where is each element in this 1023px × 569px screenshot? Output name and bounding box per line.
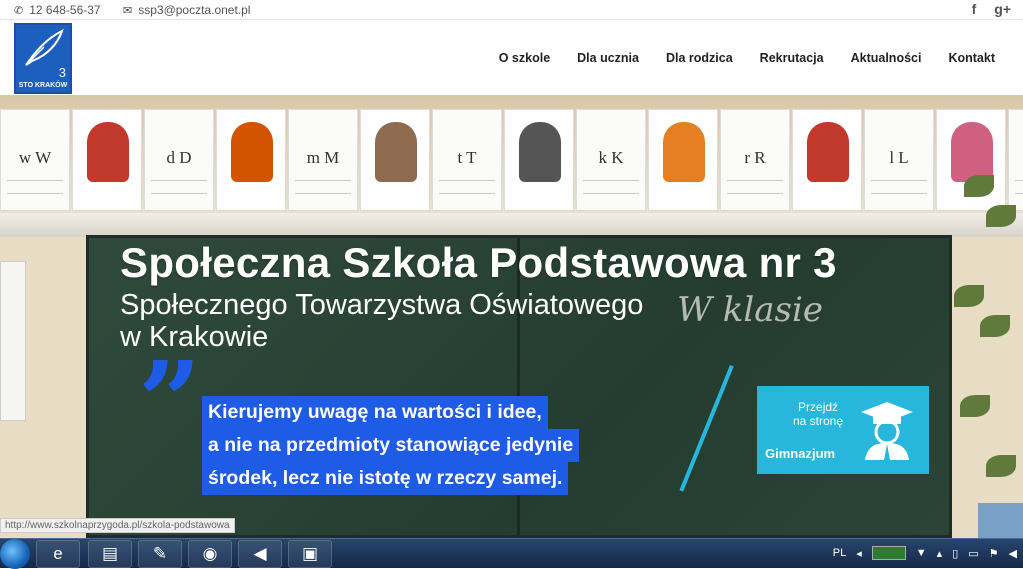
graduate-icon — [861, 402, 913, 460]
feather-icon — [25, 29, 64, 66]
hero-banner: w Wd Dm Mt Tk Kr Rl Lb By W klasie Społe… — [0, 95, 1023, 538]
picture-card — [504, 109, 574, 211]
letter-card-text: w W — [18, 148, 52, 167]
flag-icon[interactable]: ⚑ — [989, 547, 999, 560]
main-navigation: O szkole Dla ucznia Dla rodzica Rekrutac… — [499, 51, 995, 65]
chrome-icon[interactable]: ◉ — [188, 540, 232, 568]
powerpoint-icon[interactable]: ▣ — [288, 540, 332, 568]
ivy-plant — [950, 165, 1023, 538]
logo-caption: STO KRAKÓW — [18, 82, 68, 89]
motto-quote: Kierujemy uwagę na wartości i idee, a ni… — [202, 396, 580, 495]
logo-number: 3 — [58, 65, 66, 80]
quote-line: Kierujemy uwagę na wartości i idee, — [202, 396, 548, 429]
nav-rekrutacja[interactable]: Rekrutacja — [760, 51, 824, 65]
picture-card — [72, 109, 142, 211]
letter-card: k K — [576, 109, 646, 211]
nav-o-szkole[interactable]: O szkole — [499, 51, 550, 65]
alphabet-cards: w Wd Dm Mt Tk Kr Rl Lb By — [0, 109, 1023, 211]
picture-card — [216, 109, 286, 211]
wall-panel — [0, 261, 26, 421]
display-icon[interactable]: ▭ — [968, 547, 978, 560]
hero-title: Społeczna Szkoła Podstawowa nr 3 — [120, 239, 837, 286]
nav-kontakt[interactable]: Kontakt — [948, 51, 995, 65]
quote-line: a nie na przedmioty stanowiące jedynie — [202, 429, 580, 462]
board-shelf — [0, 213, 1023, 237]
letter-card-text: k K — [598, 148, 624, 167]
nav-aktualnosci[interactable]: Aktualności — [851, 51, 922, 65]
start-button[interactable] — [0, 539, 30, 569]
device-icon[interactable]: ▯ — [952, 547, 958, 560]
gym-caption-line1: Przejdź — [798, 400, 839, 414]
phone-number: 12 648-56-37 — [29, 3, 101, 17]
system-tray: PL ◂ ▼ ▴ ▯ ▭ ⚑ ◀ — [833, 546, 1017, 560]
letter-card-text: m M — [306, 148, 340, 167]
quote-line: środek, lecz nie istotę w rzeczy samej. — [202, 462, 569, 495]
phone-contact: ✆ 12 648-56-37 — [14, 3, 101, 17]
letter-card-text: t T — [457, 148, 477, 167]
letter-card-text: l L — [889, 148, 909, 167]
letter-card-text: d D — [166, 148, 192, 167]
letter-card: m M — [288, 109, 358, 211]
status-bar-link: http://www.szkolnaprzygoda.pl/szkola-pod… — [0, 518, 235, 533]
letter-card: d D — [144, 109, 214, 211]
windows-taskbar: e ▤ ✎ ◉ ◀ ▣ PL ◂ ▼ ▴ ▯ ▭ ⚑ ◀ — [0, 538, 1023, 569]
gym-caption-line2: na stronę — [793, 414, 844, 428]
top-contact-bar: ✆ 12 648-56-37 ✉ ssp3@poczta.onet.pl f g… — [0, 0, 1023, 20]
email-contact[interactable]: ✉ ssp3@poczta.onet.pl — [123, 3, 250, 17]
chalk-writing: W klasie — [677, 290, 823, 330]
gimnazjum-button[interactable]: Przejdź na stronę Gimnazjum — [757, 386, 929, 474]
volume-icon[interactable]: ◀ — [1009, 547, 1017, 560]
gym-label: Gimnazjum — [765, 446, 836, 461]
letter-card-text: r R — [744, 148, 766, 167]
hero-subtitle-line1: Społecznego Towarzystwa Oświatowego — [120, 289, 644, 321]
phone-icon: ✆ — [14, 4, 24, 17]
picture-card — [792, 109, 862, 211]
language-indicator[interactable]: PL — [833, 547, 846, 559]
app-red-icon[interactable]: ◀ — [238, 540, 282, 568]
letter-card: w W — [0, 109, 70, 211]
google-plus-icon[interactable]: g+ — [994, 1, 1011, 17]
nav-dla-ucznia[interactable]: Dla ucznia — [577, 51, 639, 65]
social-links: f g+ — [972, 1, 1011, 17]
show-hidden-icons[interactable]: ▴ — [937, 547, 943, 560]
wall-poster — [978, 503, 1023, 538]
file-explorer-icon[interactable]: ▤ — [88, 540, 132, 568]
internet-explorer-icon[interactable]: e — [36, 540, 80, 568]
email-address[interactable]: ssp3@poczta.onet.pl — [138, 3, 250, 17]
facebook-icon[interactable]: f — [972, 1, 977, 17]
quote-icon: ” — [138, 337, 202, 466]
sticky-notes-icon[interactable]: ✎ — [138, 540, 182, 568]
gym-caption: Przejdź na stronę — [793, 400, 843, 428]
picture-card — [360, 109, 430, 211]
battery-icon[interactable] — [871, 546, 906, 560]
picture-card — [648, 109, 718, 211]
school-logo[interactable]: 3 STO KRAKÓW — [14, 23, 72, 94]
site-header: 3 STO KRAKÓW O szkole Dla ucznia Dla rod… — [0, 21, 1023, 95]
chevron-left-icon[interactable]: ◂ — [856, 547, 862, 560]
letter-card: r R — [720, 109, 790, 211]
letter-card: t T — [432, 109, 502, 211]
letter-card: l L — [864, 109, 934, 211]
envelope-icon: ✉ — [123, 4, 133, 17]
nav-dla-rodzica[interactable]: Dla rodzica — [666, 51, 733, 65]
network-icon[interactable]: ▼ — [916, 547, 927, 559]
